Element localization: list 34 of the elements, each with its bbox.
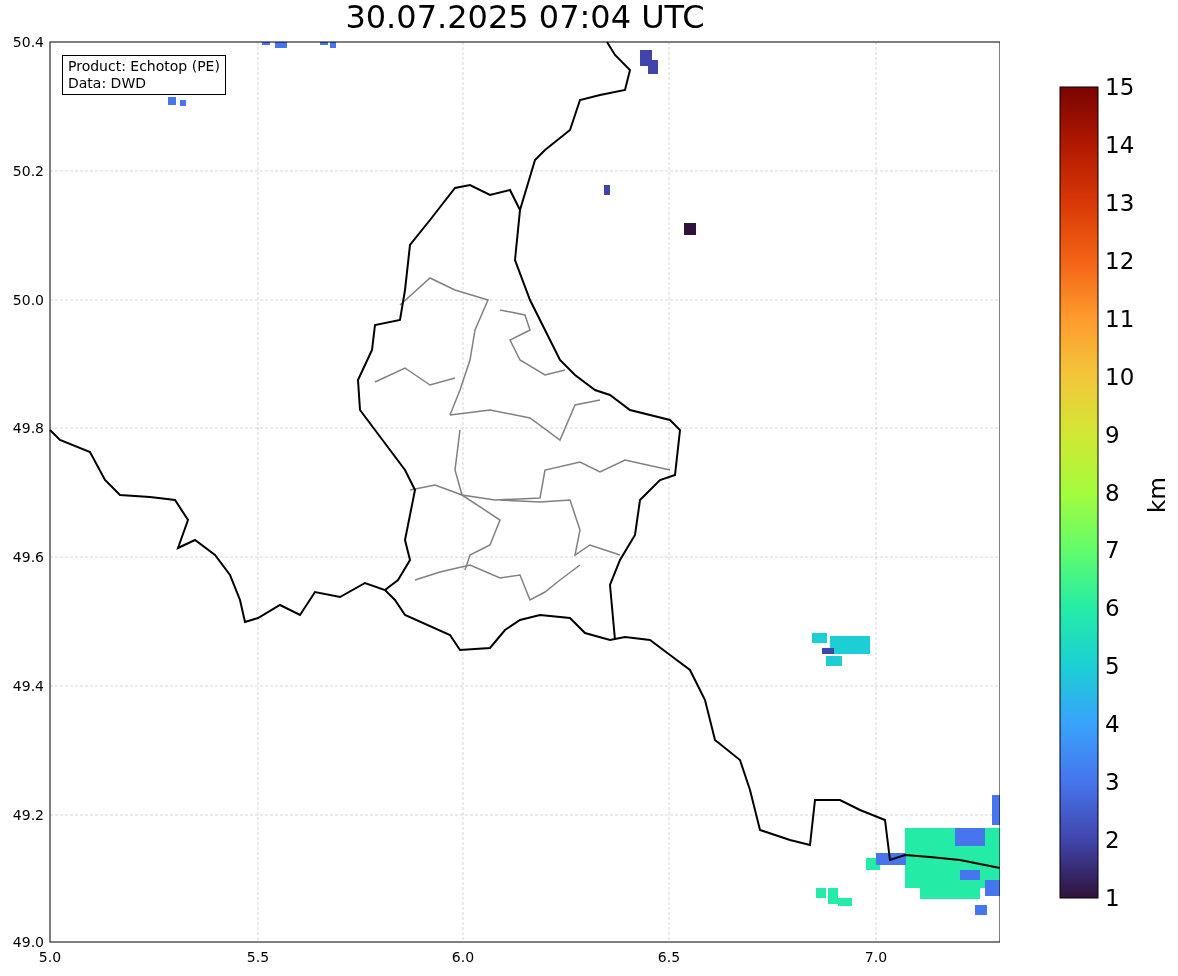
colorbar-tick-label: 9: [1105, 421, 1120, 448]
colorbar-tick-label: 6: [1105, 595, 1120, 622]
colorbar-tick-label: 15: [1105, 74, 1135, 100]
y-tick-label: 49.6: [12, 549, 44, 565]
colorbar-tick-label: 7: [1105, 537, 1120, 564]
info-text: Data: DWD: [68, 75, 147, 92]
y-tick-label: 50.2: [12, 163, 44, 179]
colorbar-tick-label: 13: [1105, 189, 1135, 216]
y-tick-label: 49.4: [12, 678, 44, 694]
chart-title: 30.07.2025 07:04 UTC: [345, 0, 705, 38]
colorbar-tick-label: 10: [1105, 363, 1135, 390]
y-tick-label: 50.4: [12, 34, 44, 50]
info-text: Product: Echotop (PE): [68, 58, 220, 75]
colorbar-tick-label: 12: [1105, 247, 1135, 274]
radar-echo-drawing: [812, 633, 870, 666]
radar-echo-drawing: [684, 223, 696, 235]
y-tick-label: 49.2: [12, 807, 44, 823]
y-tick-label: 50.0: [12, 292, 44, 308]
x-tick-label: 6.5: [657, 949, 681, 965]
colorbar-label: km: [1144, 477, 1170, 513]
colorbar-tick-label: 5: [1105, 653, 1120, 680]
colorbar-tick-label: 1: [1105, 885, 1120, 911]
x-tick-label: 7.0: [864, 949, 888, 965]
colorbar-tick-label: 8: [1105, 479, 1120, 506]
y-tick-label: 49.0: [12, 934, 44, 950]
x-tick-label: 5.5: [246, 949, 270, 965]
colorbar-tick-label: 3: [1105, 769, 1120, 796]
colorbar-tick-label: 11: [1105, 305, 1135, 332]
x-tick-label: 5.0: [38, 949, 62, 965]
colorbar-tick-label: 2: [1105, 827, 1120, 854]
y-tick-label: 49.8: [12, 420, 44, 436]
colorbar-tick-label: 14: [1105, 131, 1135, 158]
colorbar-tick-label: 4: [1105, 711, 1120, 738]
x-tick-label: 6.0: [451, 949, 475, 965]
